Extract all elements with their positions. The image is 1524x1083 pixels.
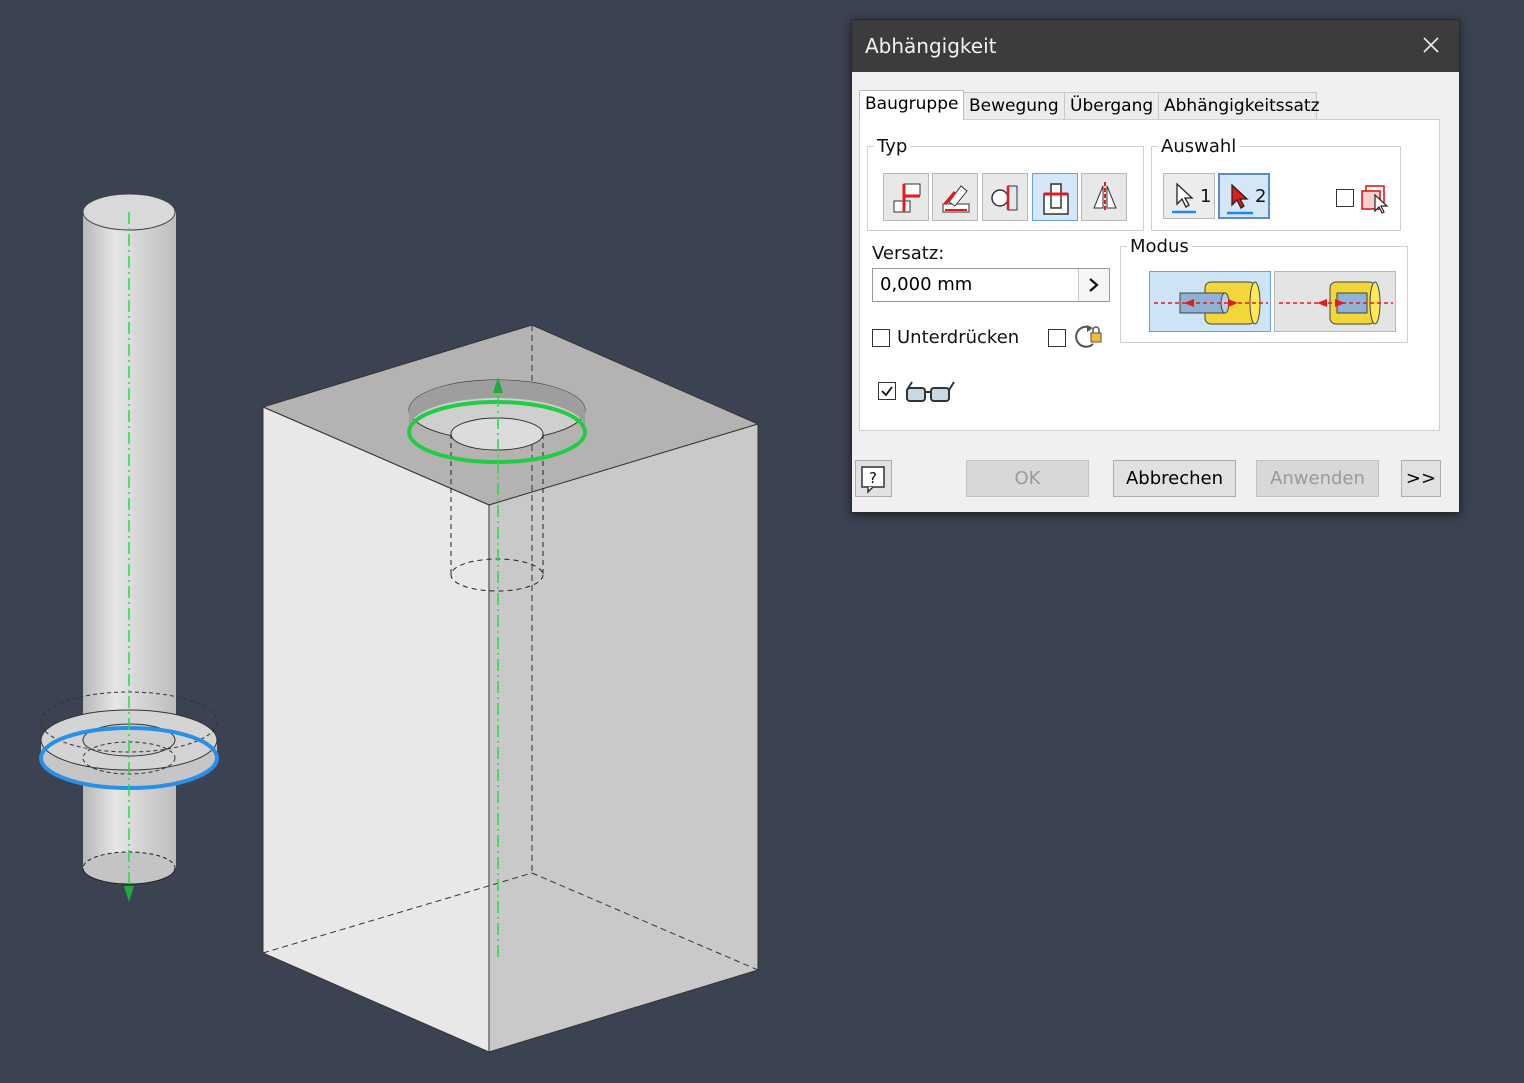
svg-text:?: ? xyxy=(869,469,877,487)
offset-expand-button[interactable] xyxy=(1078,269,1109,301)
more-options-button[interactable]: >> xyxy=(1401,460,1441,497)
mate-constraint-icon xyxy=(893,183,921,213)
tangent-constraint-button[interactable] xyxy=(982,173,1028,221)
suppress-label: Unterdrücken xyxy=(897,327,1020,348)
predict-offset-lock-icon xyxy=(1075,325,1102,348)
tangent-constraint-icon xyxy=(991,185,1018,211)
tab-uebergang[interactable]: Übergang xyxy=(1064,92,1159,119)
cursor-arrow-icon xyxy=(1172,182,1196,214)
mode-group: Modus xyxy=(1120,236,1408,343)
constraint-dialog: Abhängigkeit Baugruppe Bewegung Übergang… xyxy=(851,19,1460,513)
chevron-right-icon xyxy=(1089,278,1099,292)
glasses-icon xyxy=(906,381,955,402)
select-1-label: 1 xyxy=(1200,186,1212,207)
offset-label: Versatz: xyxy=(872,243,945,264)
ok-button[interactable]: OK xyxy=(966,460,1089,497)
block-part[interactable] xyxy=(261,324,760,1053)
select-1-button[interactable]: 1 xyxy=(1163,173,1215,219)
type-group: Typ xyxy=(867,136,1144,231)
selection-group-label: Auswahl xyxy=(1158,136,1240,158)
angle-constraint-icon xyxy=(942,185,970,213)
insert-constraint-icon xyxy=(1043,183,1069,215)
symmetry-constraint-icon xyxy=(1093,182,1117,212)
mode-opposed-button[interactable] xyxy=(1149,271,1271,332)
tab-abhaengigkeitssatz[interactable]: Abhängigkeitssatz xyxy=(1158,92,1320,119)
dialog-titlebar[interactable]: Abhängigkeit xyxy=(852,20,1459,72)
close-icon[interactable] xyxy=(1421,35,1441,55)
symmetry-constraint-button[interactable] xyxy=(1081,173,1127,221)
mate-constraint-button[interactable] xyxy=(883,173,929,221)
opposed-solution-icon xyxy=(1154,281,1268,325)
checkmark-icon xyxy=(881,386,893,397)
mode-group-label: Modus xyxy=(1127,236,1192,258)
mode-aligned-button[interactable] xyxy=(1274,271,1396,332)
cancel-button[interactable]: Abbrechen xyxy=(1113,460,1236,497)
offset-input[interactable]: 0,000 mm xyxy=(872,268,1110,302)
cursor-arrow-red-icon xyxy=(1227,183,1253,215)
suppress-checkbox[interactable] xyxy=(872,329,890,347)
help-icon: ? xyxy=(861,466,885,494)
shaft-part[interactable] xyxy=(39,193,219,902)
tab-panel-baugruppe: Typ Auswahl 1 2 Versatz: 0,000 mm Modus … xyxy=(859,119,1440,431)
aligned-solution-icon xyxy=(1279,281,1393,325)
predict-offset-checkbox[interactable] xyxy=(1048,329,1066,347)
offset-value: 0,000 mm xyxy=(880,274,973,295)
selection-group: Auswahl 1 2 xyxy=(1151,136,1401,231)
dialog-title: Abhängigkeit xyxy=(865,34,997,58)
show-preview-checkbox[interactable] xyxy=(878,382,896,400)
tab-bewegung[interactable]: Bewegung xyxy=(963,92,1065,119)
type-group-label: Typ xyxy=(874,136,911,158)
apply-button[interactable]: Anwenden xyxy=(1256,460,1379,497)
angle-constraint-button[interactable] xyxy=(932,173,978,221)
pick-part-first-icon xyxy=(1361,185,1389,214)
tab-baugruppe[interactable]: Baugruppe xyxy=(859,90,964,120)
select-2-label: 2 xyxy=(1255,186,1267,207)
insert-constraint-button[interactable] xyxy=(1032,173,1078,221)
select-2-button[interactable]: 2 xyxy=(1218,173,1270,219)
pick-part-first-checkbox[interactable] xyxy=(1336,189,1354,207)
help-button[interactable]: ? xyxy=(855,460,892,497)
